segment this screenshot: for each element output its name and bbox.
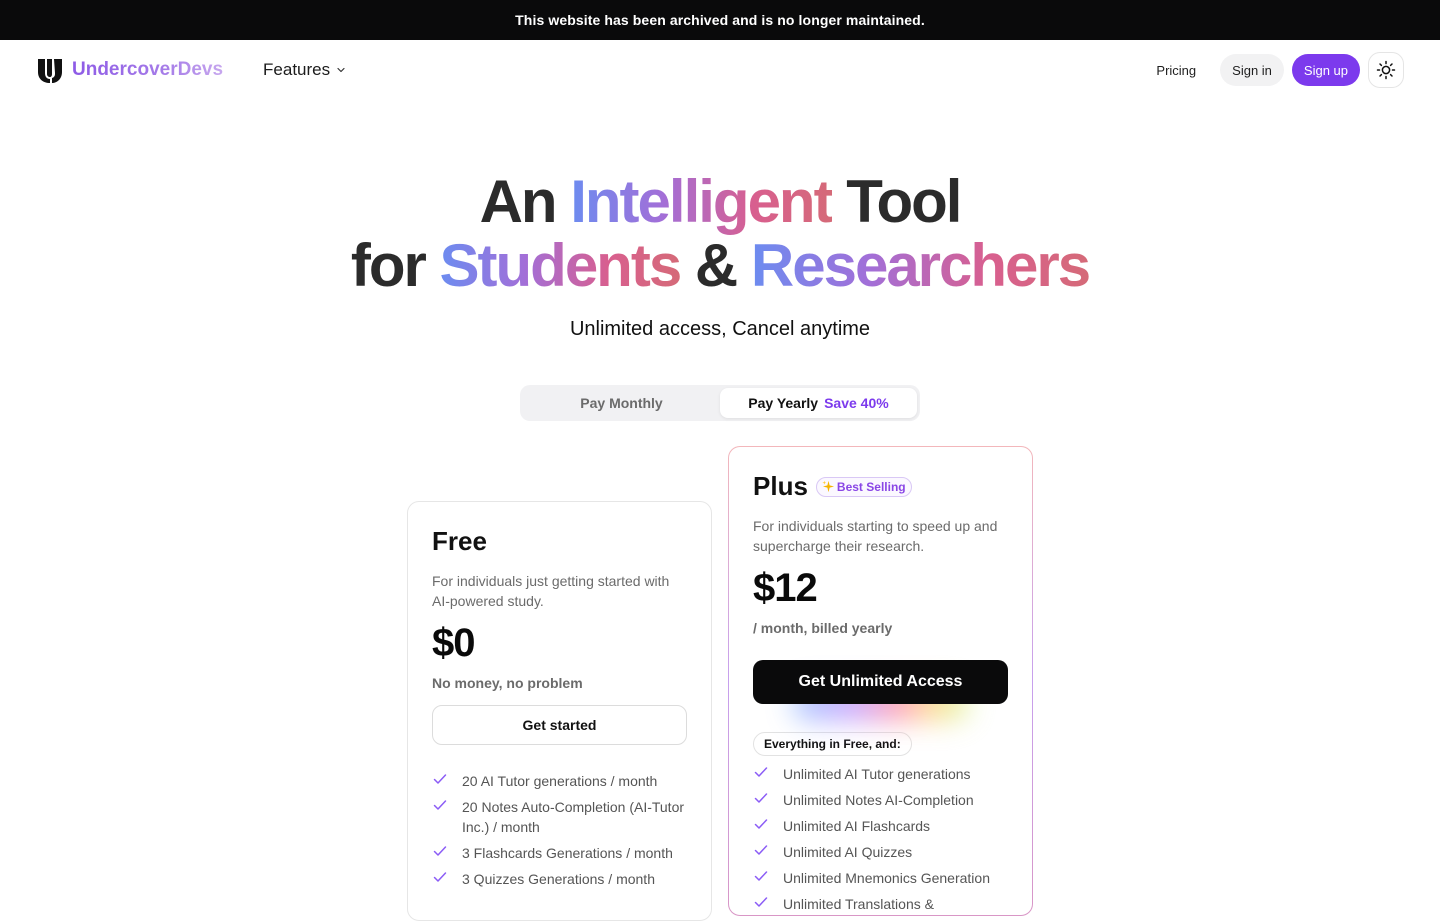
save-badge: Save 40% xyxy=(824,395,889,411)
list-item: Unlimited Translations & xyxy=(753,894,1008,914)
check-icon xyxy=(433,800,447,810)
nav-actions: Pricing Sign in Sign up xyxy=(1144,52,1404,88)
feature-text: Unlimited AI Quizzes xyxy=(783,844,913,860)
archive-banner-text: This website has been archived and is no… xyxy=(515,12,925,28)
feature-text: Unlimited Notes AI-Completion xyxy=(783,792,974,808)
everything-in-free-pill: Everything in Free, and: xyxy=(753,732,912,756)
check-icon xyxy=(754,871,768,881)
feature-text: 20 AI Tutor generations / month xyxy=(462,773,658,789)
unlimited-access-button-wrap: Get Unlimited Access xyxy=(753,660,1008,720)
logo-text: UndercoverDevs xyxy=(72,59,224,80)
sign-in-button[interactable]: Sign in xyxy=(1220,54,1284,86)
plan-description: For individuals just getting started wit… xyxy=(432,573,670,609)
list-item: 20 Notes Auto-Completion (AI-Tutor Inc.)… xyxy=(432,797,687,837)
plan-card-free: Free For individuals just getting starte… xyxy=(407,501,712,921)
plan-name-text: Plus xyxy=(753,471,808,501)
hero-subtitle: Unlimited access, Cancel anytime xyxy=(569,318,871,340)
hero-word: Tool xyxy=(846,168,962,235)
check-icon xyxy=(754,767,768,777)
plan-name-text: Free xyxy=(432,526,487,556)
hero-highlight-researchers: Researchers xyxy=(750,232,1091,299)
pay-yearly-label: Pay Yearly xyxy=(748,395,819,411)
hero-word: for xyxy=(350,232,427,299)
plan-price-note: / month, billed yearly xyxy=(753,620,893,636)
feature-text: 20 Notes Auto-Completion (AI-Tutor Inc.)… xyxy=(462,799,685,835)
sparkles-icon xyxy=(822,480,834,493)
hero-word: & xyxy=(694,232,738,299)
feature-text: 3 Quizzes Generations / month xyxy=(462,871,655,887)
plan-features-free: 20 AI Tutor generations / month 20 Notes… xyxy=(432,771,687,889)
list-item: 20 AI Tutor generations / month xyxy=(432,771,687,791)
plan-name: Plus Best Selling xyxy=(753,471,1008,502)
archive-banner: This website has been archived and is no… xyxy=(0,0,1440,40)
best-selling-badge: Best Selling xyxy=(815,476,912,497)
get-started-button[interactable]: Get started xyxy=(432,705,687,745)
plan-description: For individuals starting to speed up and… xyxy=(753,518,998,554)
pay-monthly-label: Pay Monthly xyxy=(580,395,663,411)
plan-price: $0 xyxy=(432,621,476,665)
check-icon xyxy=(754,897,768,907)
list-item: 3 Flashcards Generations / month xyxy=(432,843,687,863)
check-icon xyxy=(754,845,768,855)
undercover-logo-icon xyxy=(38,59,62,83)
logo-link[interactable]: UndercoverDevs xyxy=(36,56,223,84)
hero-section: An Intelligent Tool for Students & Resea… xyxy=(0,170,1440,421)
check-icon xyxy=(754,793,768,803)
plan-features-plus: Unlimited AI Tutor generations Unlimited… xyxy=(753,764,1008,914)
feature-text: Unlimited AI Tutor generations xyxy=(783,766,971,782)
list-item: 3 Quizzes Generations / month xyxy=(432,869,687,889)
plan-price-note: No money, no problem xyxy=(432,675,583,691)
list-item: Unlimited Notes AI-Completion xyxy=(753,790,1008,810)
best-selling-label: Best Selling xyxy=(836,479,906,494)
hero-highlight-students: Students xyxy=(439,232,683,299)
get-unlimited-access-button[interactable]: Get Unlimited Access xyxy=(753,660,1008,704)
features-label: Features xyxy=(263,60,331,79)
feature-text: 3 Flashcards Generations / month xyxy=(462,845,673,861)
list-item: Unlimited AI Tutor generations xyxy=(753,764,1008,784)
check-icon xyxy=(433,846,447,856)
pay-yearly-option[interactable]: Pay Yearly Save 40% xyxy=(720,388,917,418)
sun-icon xyxy=(1376,60,1396,80)
check-icon xyxy=(433,872,447,882)
pricing-link[interactable]: Pricing xyxy=(1144,55,1208,86)
pricing-cards: Free For individuals just getting starte… xyxy=(407,446,1033,921)
hero-word: An xyxy=(479,168,558,235)
check-icon xyxy=(754,819,768,829)
feature-text: Unlimited Translations & xyxy=(783,896,934,912)
sign-up-button[interactable]: Sign up xyxy=(1291,54,1360,86)
billing-period-toggle: Pay Monthly Pay Yearly Save 40% xyxy=(520,385,920,421)
hero-heading: An Intelligent Tool for Students & Resea… xyxy=(0,170,1440,298)
plan-price: $12 xyxy=(753,566,818,610)
theme-toggle-button[interactable] xyxy=(1368,52,1404,88)
top-nav: UndercoverDevs Features Pricing Sign in … xyxy=(0,40,1440,100)
list-item: Unlimited AI Flashcards xyxy=(753,816,1008,836)
chevron-down-icon xyxy=(337,67,345,73)
pay-monthly-option[interactable]: Pay Monthly xyxy=(523,388,720,418)
plan-card-plus: Plus Best Selling For individuals starti… xyxy=(728,446,1033,916)
hero-highlight-intelligent: Intelligent xyxy=(570,168,833,235)
feature-text: Unlimited AI Flashcards xyxy=(783,818,931,834)
list-item: Unlimited AI Quizzes xyxy=(753,842,1008,862)
check-icon xyxy=(433,774,447,784)
feature-text: Unlimited Mnemonics Generation xyxy=(783,870,990,886)
plan-name: Free xyxy=(432,526,687,557)
features-menu[interactable]: Features xyxy=(263,60,346,80)
list-item: Unlimited Mnemonics Generation xyxy=(753,868,1008,888)
